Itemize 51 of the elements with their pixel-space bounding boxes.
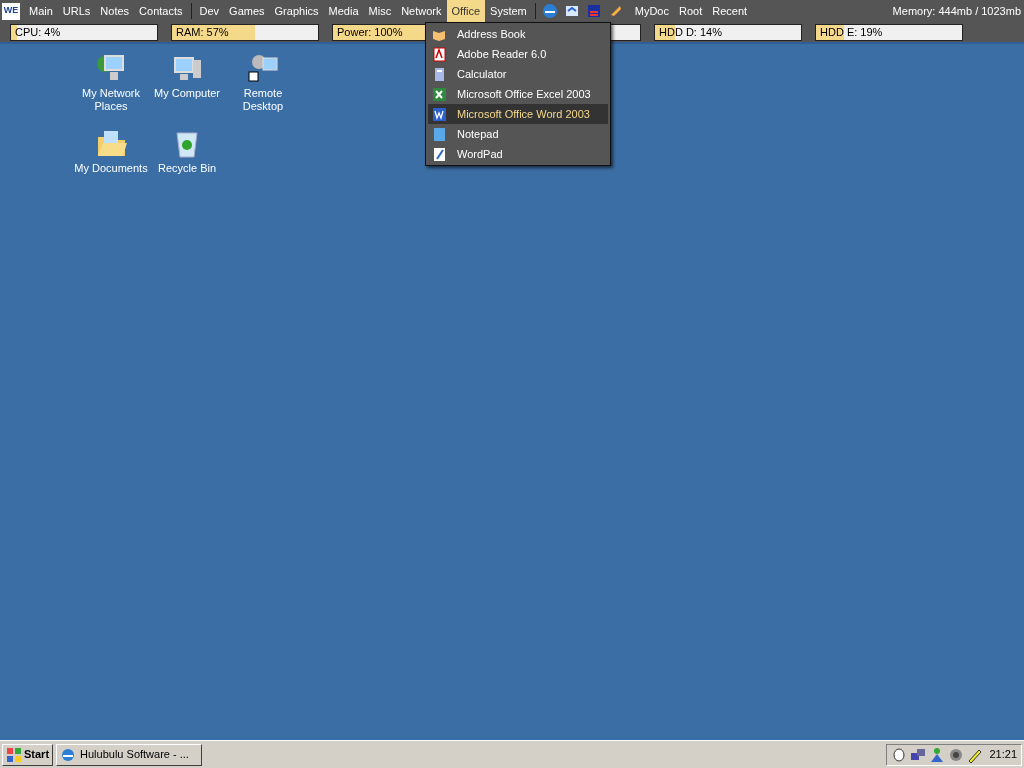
desktop-icon-label[interactable]: My Documents: [74, 162, 148, 175]
clock: 21:21: [989, 747, 1017, 763]
office-menu-item[interactable]: Notepad: [428, 124, 608, 144]
remote-computer-icon: [247, 52, 279, 84]
menu-item[interactable]: System: [485, 0, 532, 22]
desktop-icon-label[interactable]: My Computer: [150, 87, 224, 100]
menu-item[interactable]: URLs: [57, 0, 96, 22]
menu-item[interactable]: Games: [224, 0, 270, 22]
calculator-icon: [432, 66, 447, 82]
office-menu-item[interactable]: Calculator: [428, 64, 608, 84]
logo[interactable]: WE: [2, 2, 20, 20]
menu-item[interactable]: MyDoc: [629, 0, 674, 22]
office-menu-item[interactable]: Microsoft Office Word 2003: [428, 104, 608, 124]
desktop-icon-label[interactable]: Recycle Bin: [150, 162, 224, 175]
document-icon: [432, 46, 447, 62]
meter-label: Power: 100%: [337, 24, 403, 40]
pen-document-icon: [432, 146, 447, 162]
meter-label: HDD E: 19%: [820, 24, 883, 40]
meter-label: HDD D: 14%: [659, 24, 722, 40]
spreadsheet-icon: [432, 86, 447, 102]
network-computers-icon[interactable]: [910, 746, 926, 763]
memory-usage: Memory: 444mb / 1023mb: [892, 3, 1021, 19]
menu-item[interactable]: Main: [24, 0, 58, 22]
speaker-icon[interactable]: [948, 746, 964, 763]
start-button[interactable]: Start: [2, 743, 54, 766]
meter-label: CPU: 4%: [15, 24, 61, 40]
menu-item[interactable]: Media: [323, 0, 364, 22]
task-button[interactable]: Hulubulu Software - ...: [56, 743, 203, 766]
menu-item[interactable]: Recent: [707, 0, 753, 22]
globe-icon[interactable]: [541, 3, 558, 19]
notepad-icon: [432, 126, 447, 142]
office-menu-item[interactable]: Microsoft Office Excel 2003: [428, 84, 608, 104]
menu-item[interactable]: Graphics: [269, 0, 324, 22]
menu-item[interactable]: Misc: [363, 0, 397, 22]
menu-item[interactable]: Root: [673, 0, 708, 22]
menu-item[interactable]: Network: [396, 0, 447, 22]
office-menu-item[interactable]: Adobe Reader 6.0: [428, 44, 608, 64]
person-icon[interactable]: [929, 746, 945, 763]
desktop-icon-label[interactable]: My Network Places: [74, 87, 148, 113]
menu-item[interactable]: Notes: [95, 0, 135, 22]
desktop-icon-label[interactable]: Remote Desktop: [226, 87, 300, 113]
windows-flag-icon: [6, 746, 22, 763]
word-document-icon: [432, 106, 447, 122]
office-menu-item[interactable]: WordPad: [428, 144, 608, 164]
menu-item[interactable]: Dev: [194, 0, 225, 22]
office-menu-item[interactable]: Address Book: [428, 24, 608, 44]
globe-icon: [60, 746, 77, 763]
meter-label: RAM: 57%: [176, 24, 229, 40]
menu-item[interactable]: Office: [446, 0, 486, 22]
envelope-icon[interactable]: [563, 3, 580, 19]
menu-item[interactable]: Contacts: [134, 0, 188, 22]
